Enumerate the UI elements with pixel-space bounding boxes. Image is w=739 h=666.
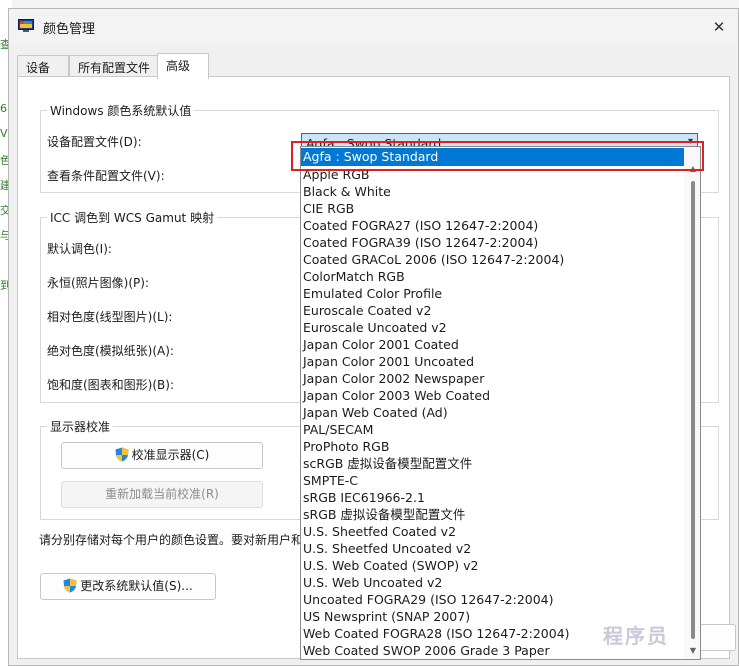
dropdown-option[interactable]: U.S. Web Coated (SWOP) v2 (301, 557, 684, 574)
dropdown-options: Agfa : Swop Standard Apple RGB Black & Whi… (301, 147, 700, 659)
dropdown-option[interactable]: PAL/SECAM (301, 421, 684, 438)
dropdown-option[interactable]: sRGB IEC61966-2.1 (301, 489, 684, 506)
dropdown-option[interactable]: Japan Color 2001 Uncoated (301, 353, 684, 370)
color-management-icon (18, 19, 34, 32)
dropdown-option[interactable]: ProPhoto RGB (301, 438, 684, 455)
relative-intent-label: 相对色度(线型图片)(L): (47, 310, 173, 324)
title-bar[interactable]: 颜色管理 ✕ (9, 9, 738, 43)
dropdown-option[interactable]: scRGB 虚拟设备模型配置文件 (301, 455, 684, 472)
tab-advanced[interactable]: 高级 (157, 53, 209, 79)
dropdown-option[interactable]: Japan Color 2001 Coated (301, 336, 684, 353)
dropdown-option[interactable]: sRGB 虚拟设备模型配置文件 (301, 506, 684, 523)
absolute-intent-label: 绝对色度(模拟纸张)(A): (47, 344, 174, 358)
dropdown-option[interactable]: U.S. Sheetfed Coated v2 (301, 523, 684, 540)
device-profile-dropdown-list[interactable]: Agfa : Swop Standard Apple RGB Black & Whi… (300, 146, 701, 660)
change-system-defaults-button[interactable]: 更改系统默认值(S)... (40, 573, 216, 600)
calibrate-display-button[interactable]: 校准显示器(C) (61, 442, 263, 469)
close-button[interactable]: ✕ (706, 15, 732, 39)
dropdown-option[interactable]: Euroscale Coated v2 (301, 302, 684, 319)
dropdown-option[interactable]: Euroscale Uncoated v2 (301, 319, 684, 336)
dropdown-option[interactable]: Coated FOGRA27 (ISO 12647-2:2004) (301, 217, 684, 234)
scroll-thumb[interactable] (691, 181, 695, 639)
dropdown-option[interactable]: Japan Web Coated (Ad) (301, 404, 684, 421)
scroll-up-arrow-icon[interactable]: ▲ (690, 164, 696, 173)
dropdown-option[interactable]: CIE RGB (301, 200, 684, 217)
watermark-text: 程序员 (603, 624, 669, 648)
perceptual-intent-label: 永恒(照片图像)(P): (47, 276, 150, 290)
tab-devices[interactable]: 设备 (17, 55, 69, 77)
calibrate-display-label: 校准显示器(C) (131, 448, 210, 462)
dropdown-option[interactable]: Emulated Color Profile (301, 285, 684, 302)
viewing-conditions-label: 查看条件配置文件(V): (47, 169, 165, 183)
change-system-defaults-label: 更改系统默认值(S)... (80, 579, 193, 593)
dropdown-option[interactable]: Apple RGB (301, 166, 684, 183)
display-calibration-title: 显示器校准 (47, 418, 114, 435)
wcs-defaults-title: Windows 颜色系统默认值 (47, 102, 195, 119)
device-profile-label: 设备配置文件(D): (47, 135, 142, 149)
window-title: 颜色管理 (43, 22, 96, 37)
per-user-note: 请分别存储对每个用户的颜色设置。要对新用户和 (39, 533, 304, 547)
dropdown-option[interactable]: Black & White (301, 183, 684, 200)
default-intent-label: 默认调色(I): (47, 242, 112, 256)
shield-icon (115, 447, 129, 462)
dropdown-option[interactable]: ColorMatch RGB (301, 268, 684, 285)
dropdown-option[interactable]: Uncoated FOGRA29 (ISO 12647-2:2004) (301, 591, 684, 608)
scroll-down-arrow-icon[interactable]: ▼ (690, 646, 696, 655)
bg-fragment: 6 (0, 102, 7, 115)
shield-icon (63, 578, 77, 593)
reload-calibration-button[interactable]: 重新加载当前校准(R) (61, 481, 263, 508)
dropdown-scrollbar[interactable]: ▲ ▼ (684, 147, 700, 659)
dropdown-option[interactable]: U.S. Web Uncoated v2 (301, 574, 684, 591)
dropdown-option[interactable]: Japan Color 2002 Newspaper (301, 370, 684, 387)
tab-all-profiles[interactable]: 所有配置文件 (69, 55, 158, 77)
dropdown-option[interactable]: Japan Color 2003 Web Coated (301, 387, 684, 404)
dropdown-option[interactable]: U.S. Sheetfed Uncoated v2 (301, 540, 684, 557)
icc-mapping-title: ICC 调色到 WCS Gamut 映射 (47, 209, 218, 226)
dropdown-option[interactable]: Agfa : Swop Standard (301, 148, 684, 166)
dropdown-option[interactable]: Coated FOGRA39 (ISO 12647-2:2004) (301, 234, 684, 251)
dropdown-option[interactable]: SMPTE-C (301, 472, 684, 489)
close-icon: ✕ (712, 18, 726, 36)
dropdown-option[interactable]: Coated GRACoL 2006 (ISO 12647-2:2004) (301, 251, 684, 268)
saturation-intent-label: 饱和度(图表和图形)(B): (47, 378, 175, 392)
